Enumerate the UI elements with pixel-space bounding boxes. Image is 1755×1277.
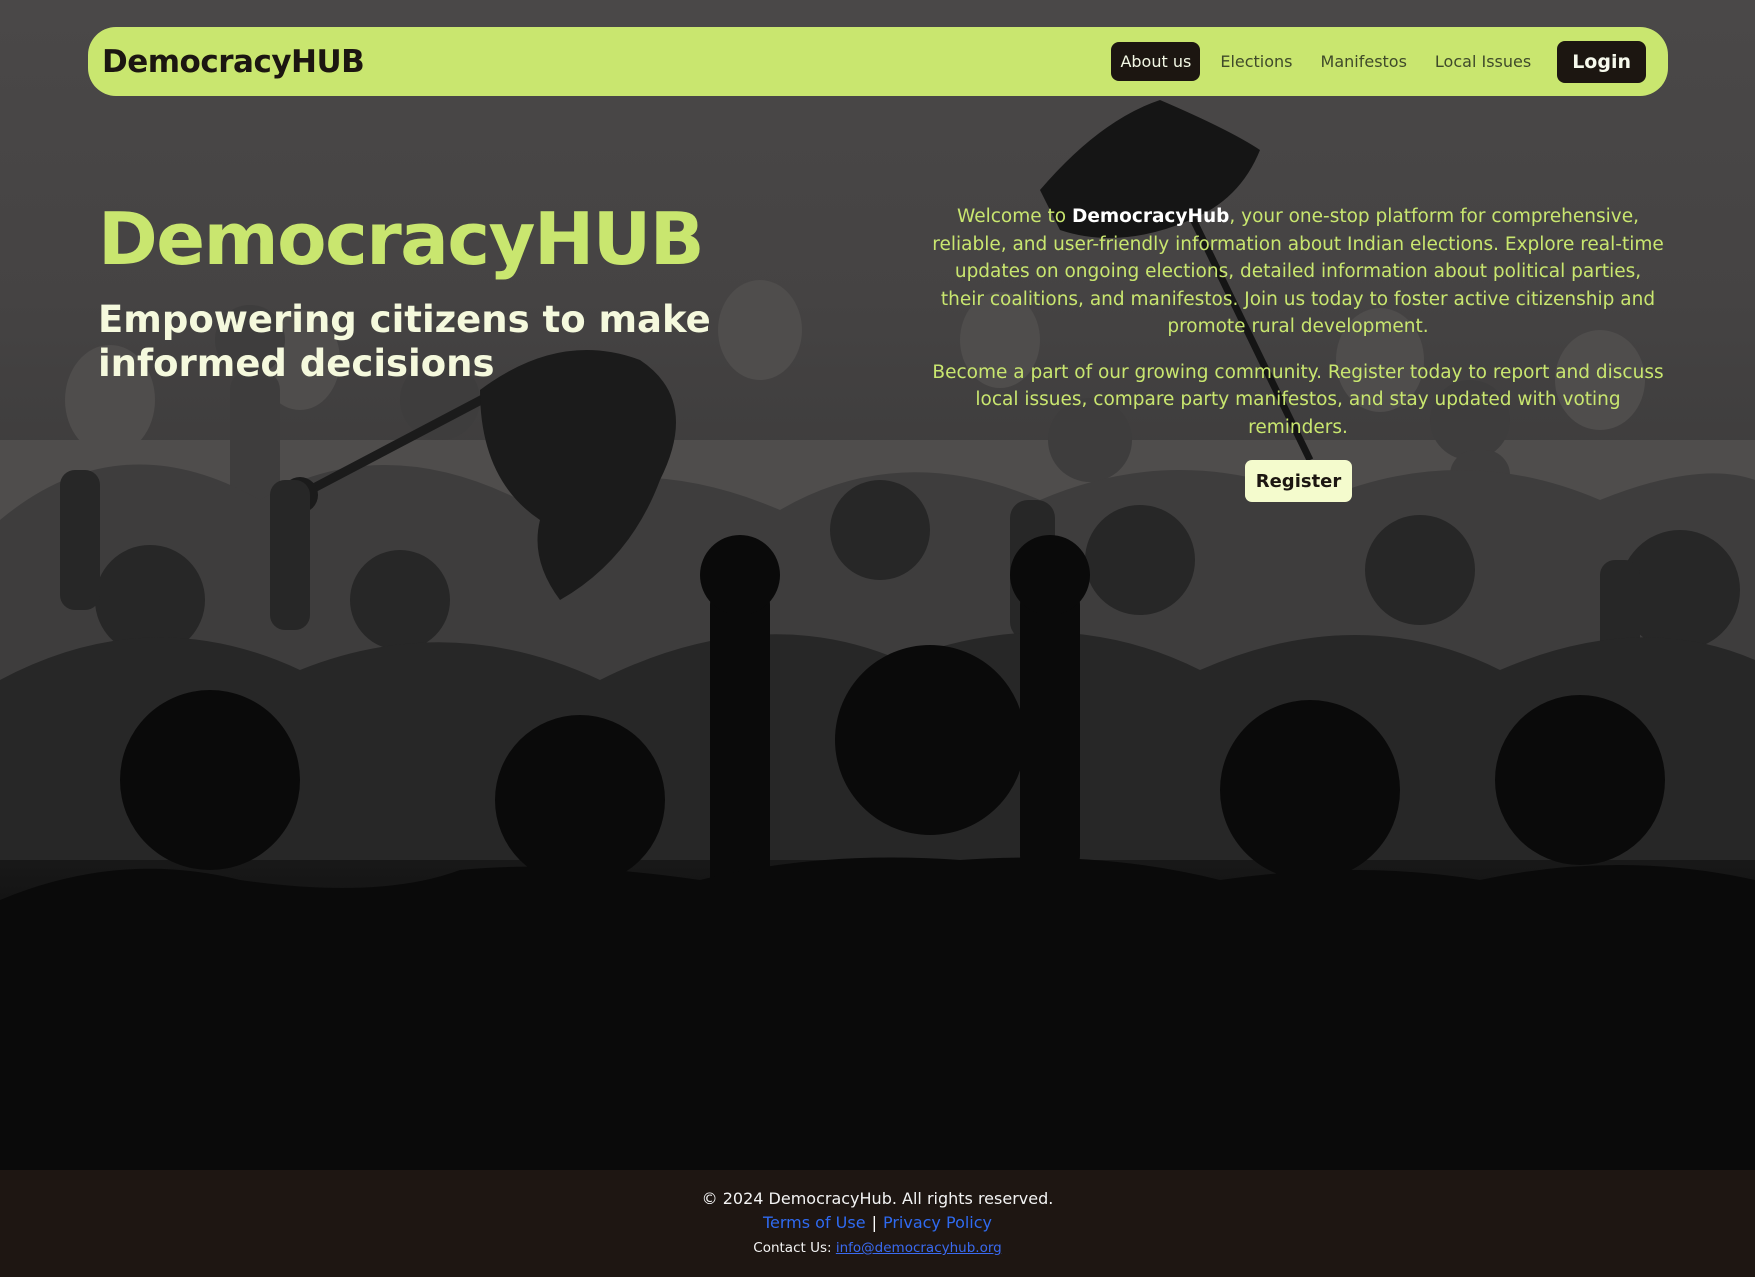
hero-section [0, 0, 1755, 1170]
contact-label: Contact Us: [753, 1240, 832, 1256]
welcome-prefix: Welcome to [957, 206, 1072, 227]
nav-links: About us Elections Manifestos Local Issu… [1111, 40, 1646, 83]
nav-link-about-us[interactable]: About us [1111, 42, 1201, 81]
footer-link-separator: | [871, 1213, 877, 1232]
nav-link-local-issues[interactable]: Local Issues [1427, 42, 1539, 81]
brand-logo[interactable]: DemocracyHUB [102, 44, 365, 80]
terms-of-use-link[interactable]: Terms of Use [763, 1213, 866, 1232]
welcome-paragraph: Welcome to DemocracyHub, your one-stop p… [932, 203, 1664, 341]
intro-text-block: Welcome to DemocracyHub, your one-stop p… [932, 203, 1664, 459]
crowd-silhouette-background [0, 100, 1755, 1170]
navbar: DemocracyHUB About us Elections Manifest… [88, 27, 1668, 96]
hero-title: DemocracyHUB [98, 197, 705, 281]
footer: © 2024 DemocracyHub. All rights reserved… [0, 1170, 1755, 1277]
nav-link-manifestos[interactable]: Manifestos [1313, 42, 1415, 81]
community-paragraph: Become a part of our growing community. … [932, 361, 1664, 438]
register-button[interactable]: Register [1245, 460, 1352, 502]
login-button[interactable]: Login [1557, 40, 1646, 83]
contact-email-link[interactable]: info@democracyhub.org [836, 1240, 1002, 1256]
hero-subtitle: Empowering citizens to make informed dec… [98, 298, 711, 386]
welcome-brand-highlight: DemocracyHub [1071, 206, 1230, 227]
contact-row: Contact Us: info@democracyhub.org [0, 1240, 1755, 1256]
nav-link-elections[interactable]: Elections [1212, 42, 1300, 81]
footer-links: Terms of Use | Privacy Policy [0, 1213, 1755, 1232]
privacy-policy-link[interactable]: Privacy Policy [883, 1213, 992, 1232]
copyright-text: © 2024 DemocracyHub. All rights reserved… [701, 1189, 1054, 1208]
